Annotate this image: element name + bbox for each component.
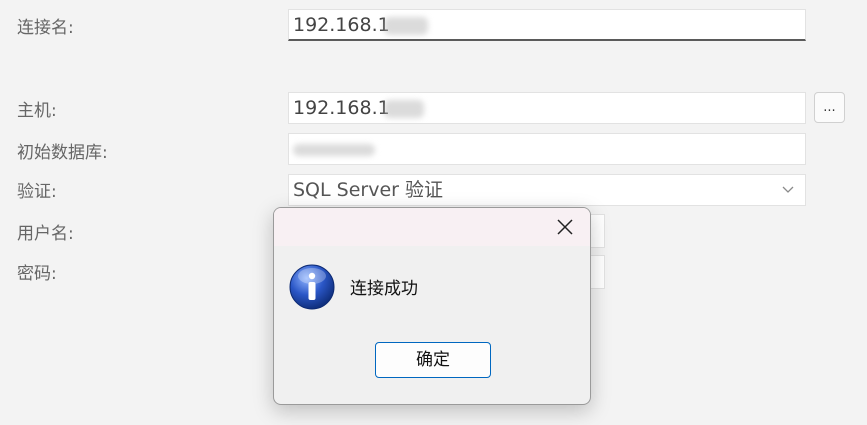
redaction-blur (293, 143, 375, 156)
password-input-edge[interactable] (591, 255, 605, 289)
message-dialog: 连接成功 确定 (273, 207, 591, 405)
connection-name-value: 192.168.1 (293, 14, 390, 36)
username-label: 用户名: (17, 224, 74, 244)
host-input[interactable]: 192.168.1 (288, 92, 806, 124)
ok-button[interactable]: 确定 (375, 342, 491, 378)
connection-name-label: 连接名: (17, 18, 74, 38)
close-icon[interactable] (554, 216, 576, 238)
authentication-label: 验证: (17, 182, 57, 202)
dialog-message: 连接成功 (350, 279, 418, 299)
password-label: 密码: (17, 264, 57, 284)
info-icon (289, 264, 335, 310)
initial-database-input[interactable] (288, 133, 806, 165)
redaction-blur (383, 99, 424, 118)
chevron-down-icon (782, 186, 794, 193)
host-value: 192.168.1 (293, 97, 390, 119)
connection-settings-page: 连接名: 192.168.1 主机: 192.168.1 ... 初始数据库: … (0, 0, 867, 425)
dialog-titlebar (274, 208, 590, 246)
authentication-value: SQL Server 验证 (293, 179, 443, 201)
redaction-blur (383, 16, 428, 35)
host-browse-button[interactable]: ... (814, 92, 845, 123)
host-label: 主机: (17, 101, 57, 121)
authentication-select[interactable]: SQL Server 验证 (288, 174, 806, 206)
connection-name-input[interactable]: 192.168.1 (288, 9, 806, 41)
username-input-edge[interactable] (591, 214, 605, 248)
initial-database-label: 初始数据库: (17, 143, 108, 163)
